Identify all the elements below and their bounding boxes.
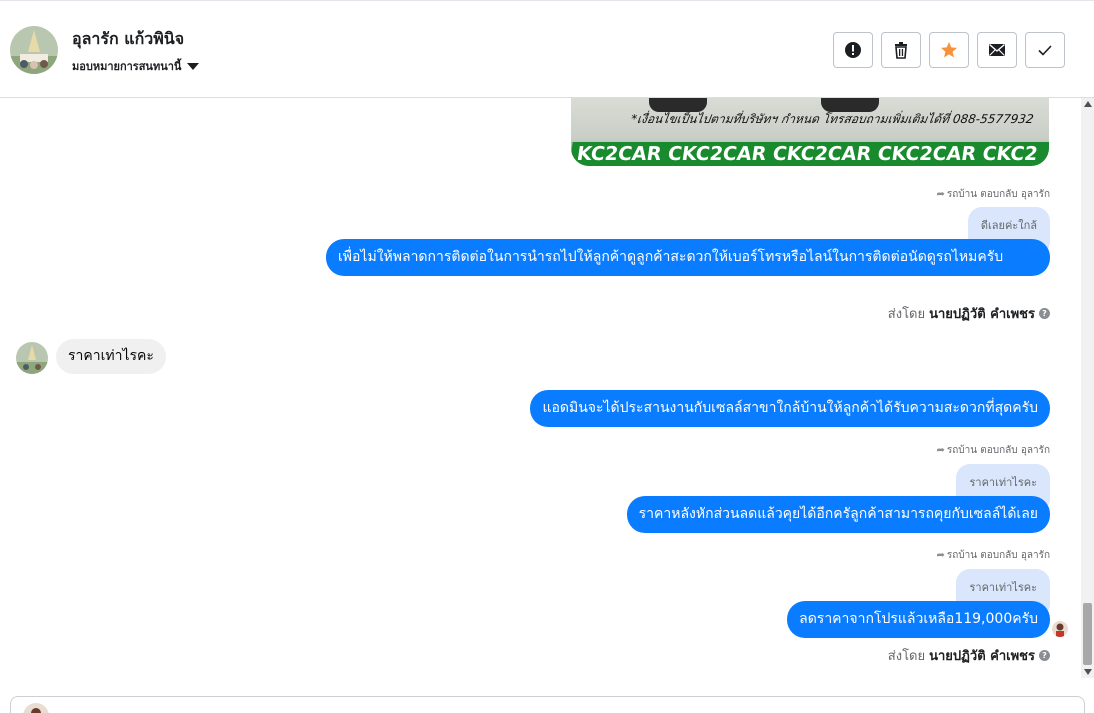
reply-indicator: ➦ รถบ้าน ตอบกลับ อุลารัก bbox=[936, 548, 1050, 563]
contact-name: อุลารัก แก้วพินิจ bbox=[72, 29, 185, 48]
shared-ad-image[interactable]: *เงื่อนไขเป็นไปตามที่บริษัทฯ กำหนด โทรสอ… bbox=[571, 98, 1049, 166]
contact-avatar[interactable] bbox=[10, 26, 58, 74]
conversation-actions bbox=[833, 32, 1065, 68]
conversation-header: อุลารัก แก้วพินิจ มอบหมายการสนทนานี้ bbox=[0, 0, 1094, 98]
agent-avatar bbox=[23, 703, 49, 713]
sent-by-prefix: ส่งโดย bbox=[887, 649, 926, 664]
reply-indicator-text: รถบ้าน ตอบกลับ อุลารัก bbox=[946, 550, 1050, 561]
reply-indicator-text: รถบ้าน ตอบกลับ อุลารัก bbox=[946, 189, 1050, 200]
mark-spam-button[interactable] bbox=[833, 32, 873, 68]
outgoing-message[interactable]: ราคาหลังหักส่วนลดแล้วคุยได้อีกครัลูกค้าส… bbox=[626, 496, 1050, 533]
sent-by-info: ส่งโดย นายปฏิวัติ คำเพชร ? bbox=[888, 303, 1050, 324]
scroll-down-arrow-icon[interactable] bbox=[1084, 669, 1092, 675]
reply-indicator: ➦ รถบ้าน ตอบกลับ อุลารัก bbox=[936, 187, 1050, 202]
reply-indicator-text: รถบ้าน ตอบกลับ อุลารัก bbox=[946, 445, 1050, 456]
message-thread: *เงื่อนไขเป็นไปตามที่บริษัทฯ กำหนด โทรสอ… bbox=[0, 98, 1080, 688]
scroll-up-arrow-icon[interactable] bbox=[1084, 101, 1092, 107]
seen-indicator-avatar bbox=[1052, 621, 1068, 637]
check-icon bbox=[1038, 45, 1052, 56]
assign-conversation-dropdown[interactable]: มอบหมายการสนทนานี้ bbox=[72, 57, 200, 75]
reply-arrow-icon: ➦ bbox=[936, 550, 945, 561]
header-divider bbox=[0, 0, 1094, 3]
outgoing-message[interactable]: เพื่อไม่ให้พลาดการติดต่อในการนำรถไปให้ลู… bbox=[326, 239, 1050, 276]
star-button[interactable] bbox=[929, 32, 969, 68]
outgoing-message[interactable]: ลดราคาจากโปรแล้วเหลือ119,000ครับ bbox=[787, 601, 1050, 638]
ad-contact-text: *เงื่อนไขเป็นไปตามที่บริษัทฯ กำหนด โทรสอ… bbox=[630, 112, 1035, 126]
mark-unread-button[interactable] bbox=[977, 32, 1017, 68]
sent-by-name: นายปฏิวัติ คำเพชร bbox=[929, 307, 1035, 322]
delete-button[interactable] bbox=[881, 32, 921, 68]
caret-down-icon bbox=[187, 62, 200, 70]
contact-avatar-small[interactable] bbox=[16, 342, 48, 374]
scrollbar-thumb[interactable] bbox=[1083, 603, 1092, 665]
alert-icon bbox=[845, 42, 861, 58]
outgoing-message[interactable]: แอดมินจะได้ประสานงานกับเซลล์สาขาใกล้บ้าน… bbox=[530, 390, 1050, 427]
reply-indicator: ➦ รถบ้าน ตอบกลับ อุลารัก bbox=[936, 443, 1050, 458]
ad-banner-text: KC2CAR CKC2CAR CKC2CAR CKC2CAR CKC2 bbox=[571, 142, 1049, 166]
sent-by-info: ส่งโดย นายปฏิวัติ คำเพชร ? bbox=[888, 645, 1050, 666]
message-composer[interactable] bbox=[10, 696, 1085, 713]
sent-by-prefix: ส่งโดย bbox=[887, 307, 926, 322]
reply-arrow-icon: ➦ bbox=[936, 445, 945, 456]
help-icon[interactable]: ? bbox=[1039, 650, 1050, 661]
assign-conversation-label: มอบหมายการสนทนานี้ bbox=[72, 60, 182, 73]
trash-icon bbox=[895, 42, 907, 59]
thread-scrollbar[interactable] bbox=[1081, 98, 1094, 678]
incoming-message[interactable]: ราคาเท่าไรคะ bbox=[56, 339, 166, 374]
star-icon bbox=[941, 42, 957, 58]
sent-by-name: นายปฏิวัติ คำเพชร bbox=[929, 649, 1035, 664]
mark-done-button[interactable] bbox=[1025, 32, 1065, 68]
envelope-icon bbox=[989, 43, 1005, 56]
help-icon[interactable]: ? bbox=[1039, 308, 1050, 319]
reply-arrow-icon: ➦ bbox=[936, 189, 945, 200]
